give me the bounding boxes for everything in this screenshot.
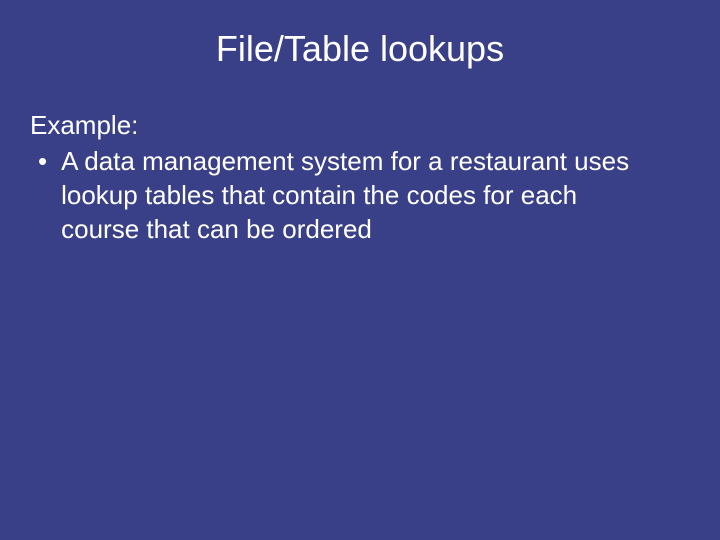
slide-container: File/Table lookups Example: • A data man… [0, 0, 720, 540]
bullet-text: A data management system for a restauran… [61, 145, 690, 246]
bullet-item: • A data management system for a restaur… [30, 145, 690, 246]
example-label: Example: [30, 110, 690, 141]
bullet-marker: • [38, 145, 47, 179]
slide-title: File/Table lookups [30, 28, 690, 70]
